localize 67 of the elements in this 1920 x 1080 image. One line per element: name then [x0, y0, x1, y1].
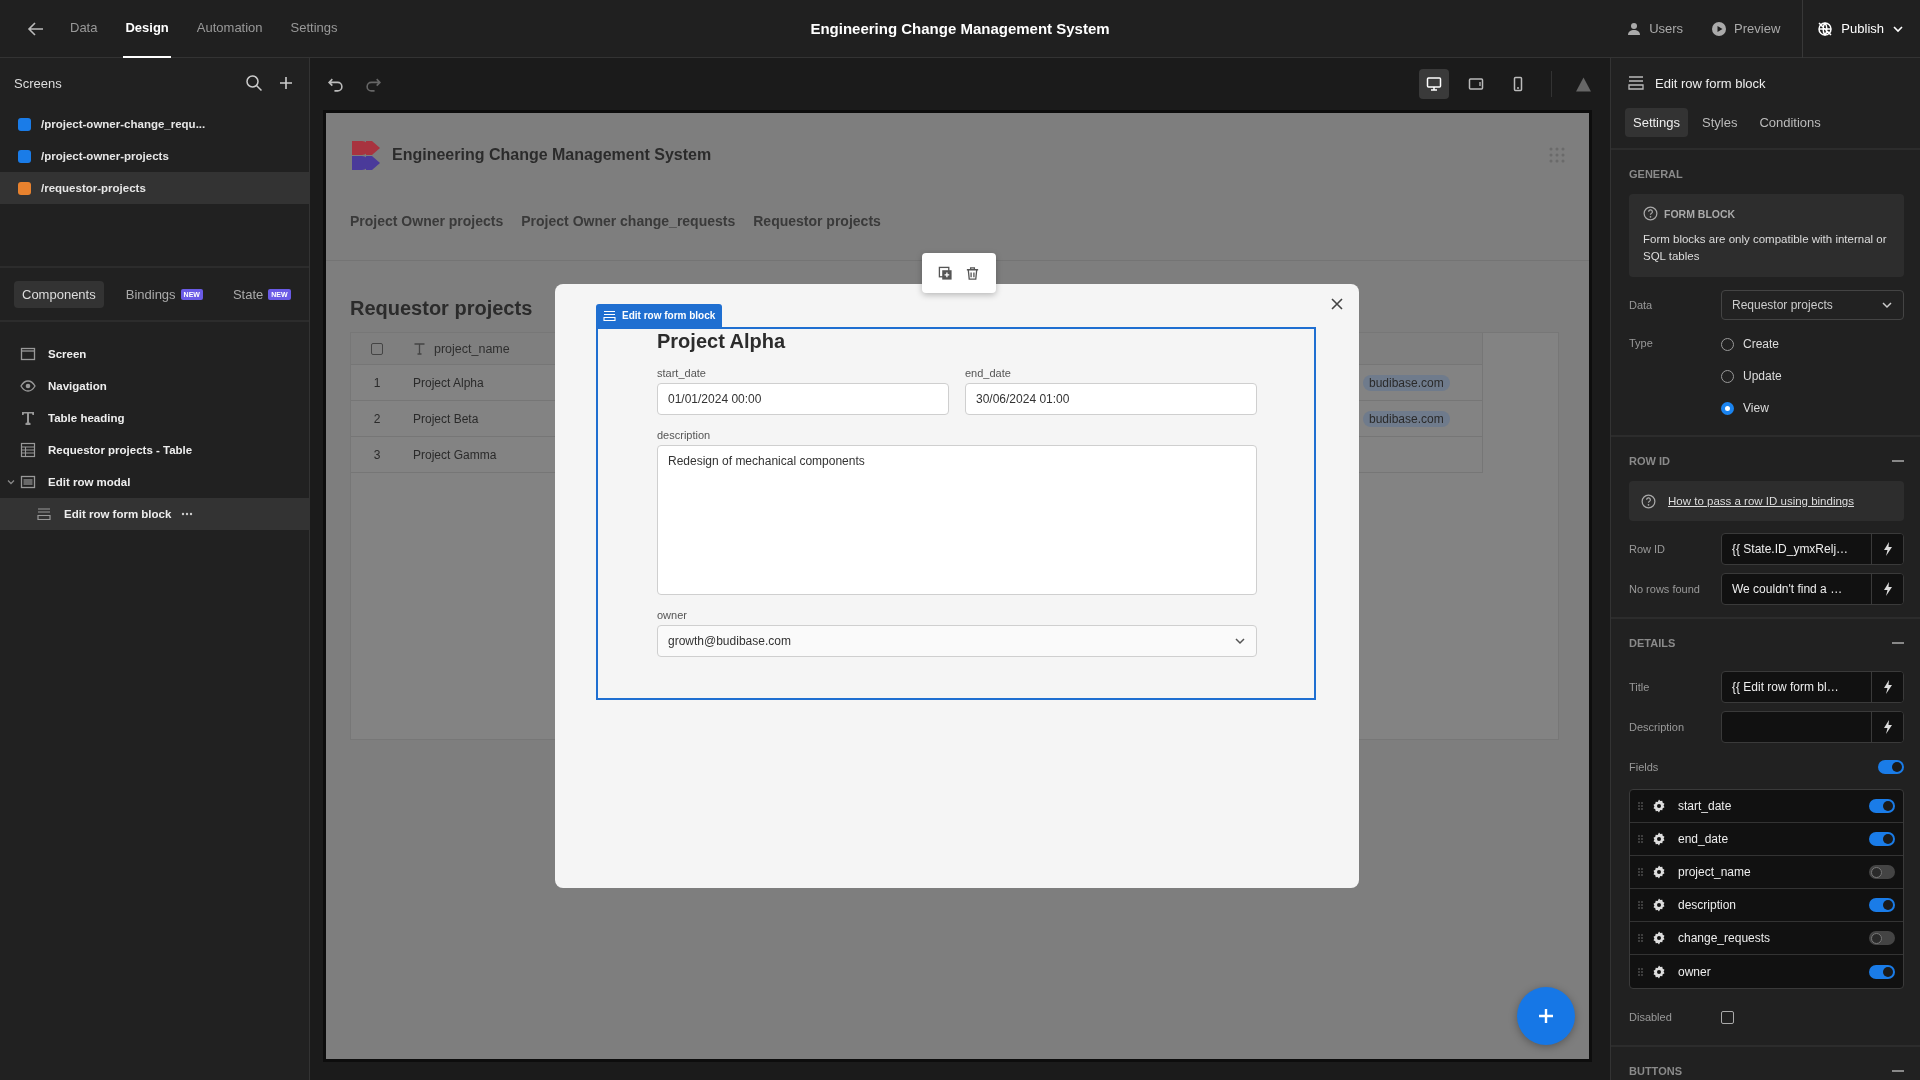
- info-text: Form blocks are only compatible with internal or SQL tables: [1643, 232, 1888, 264]
- field-label: Description: [1629, 721, 1686, 733]
- field-label: Disabled: [1629, 1011, 1673, 1023]
- field-label: No rows found: [1629, 583, 1701, 595]
- section-heading: BUTTONS: [1629, 1065, 1682, 1077]
- app-title: Engineering Change Management System: [810, 20, 1110, 37]
- form-title: Project Alpha: [657, 329, 787, 353]
- input-field[interactable]: 01/01/2024 00:00: [657, 383, 949, 415]
- section-heading: ROW ID: [1629, 455, 1670, 467]
- panel-tab[interactable]: Styles: [1694, 108, 1746, 137]
- page-heading: Requestor projects: [350, 297, 533, 320]
- section-heading: DETAILS: [1629, 637, 1676, 649]
- field-label: end_date: [965, 367, 1012, 379]
- form-block[interactable]: Project Alpha start_date 01/01/2024 00:00 end_date 30/06/2024 01:00 description Redesign of mechanical components owner growth@budibase.com: [596, 327, 1316, 700]
- tree-item[interactable]: Edit row modal: [0, 466, 309, 498]
- tree-item[interactable]: Table heading: [0, 402, 309, 434]
- panel-tab[interactable]: Settings: [1625, 108, 1688, 137]
- panel-tab[interactable]: Conditions: [1751, 108, 1829, 137]
- row-number: 2: [351, 401, 403, 437]
- input-field[interactable]: 30/06/2024 01:00: [965, 383, 1257, 415]
- tree-item[interactable]: Edit row form block: [0, 498, 309, 530]
- field-label: Row ID: [1629, 543, 1667, 555]
- route-item[interactable]: /project-owner-projects: [0, 140, 309, 172]
- publish-button[interactable]: Publish: [1802, 0, 1920, 58]
- nav-tab[interactable]: Data: [68, 0, 100, 58]
- select-field[interactable]: growth@budibase.com: [657, 625, 1257, 657]
- panel-title: Screens: [14, 75, 62, 91]
- field-label: owner: [657, 609, 688, 621]
- field-label: start_date: [657, 367, 707, 379]
- field-name: end_date: [1678, 832, 1730, 846]
- radio-option[interactable]: Update: [1721, 369, 1782, 383]
- route-item[interactable]: /requestor-projects: [0, 172, 309, 204]
- users-button[interactable]: Users: [1612, 0, 1698, 58]
- tree-item[interactable]: Requestor projects - Table: [0, 434, 309, 466]
- info-title: FORM BLOCK: [1664, 207, 1736, 220]
- nav-tab[interactable]: Settings: [288, 0, 340, 58]
- tree-item[interactable]: Navigation: [0, 370, 309, 402]
- route-item[interactable]: /project-owner-change_requ...: [0, 108, 309, 140]
- radio-option[interactable]: Create: [1721, 337, 1782, 351]
- nav-tab[interactable]: Automation: [194, 0, 265, 58]
- block-label[interactable]: Edit row form block: [596, 304, 723, 327]
- panel-tab[interactable]: Components: [14, 280, 104, 308]
- section-heading: GENERAL: [1629, 168, 1683, 180]
- field-label: Data: [1629, 299, 1654, 311]
- radio-option[interactable]: View: [1721, 401, 1782, 415]
- preview-button[interactable]: Preview: [1697, 0, 1795, 58]
- user-tag: budibase.com: [1363, 410, 1450, 427]
- field-label: Fields: [1629, 761, 1660, 773]
- binding-field[interactable]: {{ State.ID_ymxRelj…: [1721, 533, 1904, 565]
- panel-title: Edit row form block: [1655, 75, 1766, 91]
- app-title: Engineering Change Management System: [392, 146, 712, 164]
- field-label: Title: [1629, 681, 1651, 693]
- row-number: 1: [351, 365, 403, 401]
- binding-field[interactable]: We couldn't find a …: [1721, 573, 1904, 605]
- field-name: change_requests: [1678, 931, 1772, 945]
- field-name: owner: [1678, 964, 1712, 979]
- field-name: start_date: [1678, 799, 1733, 813]
- binding-field[interactable]: {{ Edit row form bl…: [1721, 671, 1904, 703]
- field-name: project_name: [1678, 865, 1752, 879]
- data-dropdown[interactable]: Requestor projects: [1721, 290, 1904, 320]
- help-link[interactable]: How to pass a row ID using bindings: [1668, 495, 1854, 507]
- field-label: Type: [1629, 337, 1654, 349]
- text-area[interactable]: Redesign of mechanical components: [657, 445, 1257, 595]
- row-number: 3: [351, 437, 403, 473]
- tree-item[interactable]: Screen: [0, 338, 309, 370]
- field-name: description: [1678, 898, 1738, 912]
- user-tag: budibase.com: [1363, 374, 1450, 391]
